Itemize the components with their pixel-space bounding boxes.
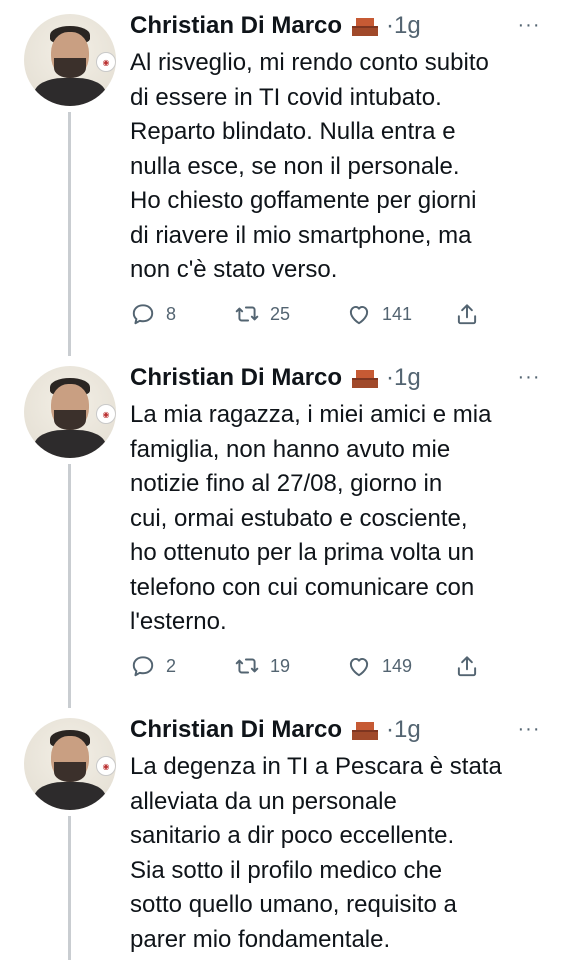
- avatar-beard: [54, 58, 86, 78]
- reply-count: 2: [166, 655, 177, 676]
- like-count: 141: [382, 303, 413, 324]
- author-name[interactable]: Christian Di Marco: [130, 364, 342, 392]
- reply-icon: [132, 656, 154, 677]
- avatar-badge-icon: ◉: [96, 756, 116, 776]
- like-button[interactable]: 141: [346, 301, 454, 327]
- tweet-time[interactable]: ·1g: [386, 364, 421, 392]
- tweet-actions: 2 19 149: [130, 650, 480, 682]
- share-button[interactable]: [454, 301, 480, 327]
- tweet-time[interactable]: ·1g: [386, 12, 421, 40]
- author-name[interactable]: Christian Di Marco: [130, 12, 342, 40]
- share-icon: [457, 304, 477, 325]
- avatar[interactable]: ◉: [24, 366, 116, 458]
- avatar-badge-icon: ◉: [96, 52, 116, 72]
- retweet-count: 19: [270, 655, 291, 676]
- tweet-text: La degenza in TI a Pescara è stata allev…: [130, 753, 502, 953]
- bricks-emoji-icon: [352, 370, 379, 388]
- tweet-header: Christian Di Marco ·1g: [130, 6, 421, 46]
- more-icon[interactable]: ···: [512, 362, 546, 392]
- avatar[interactable]: ◉: [24, 14, 116, 106]
- avatar-badge-icon: ◉: [96, 404, 116, 424]
- tweet-actions: 8 25 141: [130, 298, 480, 330]
- avatar-shirt: [34, 430, 106, 458]
- retweet-button[interactable]: 19: [234, 653, 346, 679]
- tweet-header: Christian Di Marco ·1g: [130, 710, 421, 750]
- retweet-icon: [235, 658, 259, 674]
- more-icon[interactable]: ···: [512, 10, 546, 40]
- tweet[interactable]: ◉ Christian Di Marco ·1g ··· La degenza …: [0, 704, 566, 960]
- share-button[interactable]: [454, 653, 480, 679]
- bricks-emoji-icon: [352, 18, 379, 36]
- reply-icon: [132, 304, 154, 325]
- retweet-count: 25: [270, 303, 291, 324]
- like-button[interactable]: 149: [346, 653, 454, 679]
- reply-button[interactable]: 8: [130, 301, 234, 327]
- tweet-header: Christian Di Marco ·1g: [130, 358, 421, 398]
- reply-count: 8: [166, 303, 177, 324]
- retweet-button[interactable]: 25: [234, 301, 346, 327]
- avatar[interactable]: ◉: [24, 718, 116, 810]
- tweet-text: Al risveglio, mi rendo conto subito di e…: [130, 49, 489, 283]
- heart-icon: [349, 305, 369, 325]
- share-icon: [457, 656, 477, 677]
- tweet-time[interactable]: ·1g: [386, 716, 421, 744]
- bricks-emoji-icon: [352, 722, 379, 740]
- reply-button[interactable]: 2: [130, 653, 234, 679]
- tweet[interactable]: ◉ Christian Di Marco ·1g ··· Al risvegli…: [0, 0, 566, 352]
- avatar-beard: [54, 762, 86, 782]
- avatar-beard: [54, 410, 86, 430]
- like-count: 149: [382, 655, 413, 676]
- avatar-shirt: [34, 782, 106, 810]
- tweet-text: La mia ragazza, i miei amici e mia famig…: [130, 401, 492, 635]
- author-name[interactable]: Christian Di Marco: [130, 716, 342, 744]
- tweet[interactable]: ◉ Christian Di Marco ·1g ··· La mia raga…: [0, 352, 566, 704]
- more-icon[interactable]: ···: [512, 714, 546, 744]
- avatar-shirt: [34, 78, 106, 106]
- heart-icon: [349, 657, 369, 677]
- retweet-icon: [235, 306, 259, 322]
